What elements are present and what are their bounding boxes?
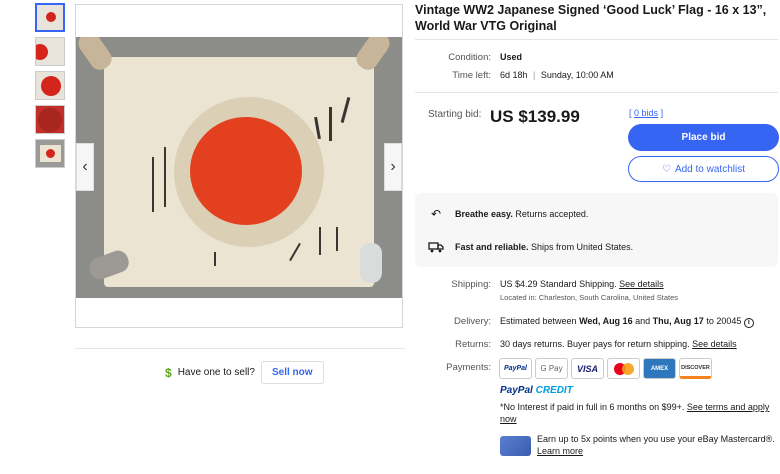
discover-icon: DISCOVER (679, 358, 712, 379)
shipping-value: US $4.29 Standard Shipping. See details (500, 279, 664, 289)
condition-value: Used (500, 52, 523, 62)
sell-prompt-text: Have one to sell? (177, 367, 255, 378)
perk-shipping-text: Ships from United States. (531, 242, 634, 252)
watchlist-label: Add to watchlist (674, 163, 745, 175)
ebay-mastercard-icon (500, 436, 531, 456)
time-left-value: 6d 18h | Sunday, 10:00 AM (500, 70, 614, 80)
listing-title: Vintage WW2 Japanese Signed ‘Good Luck’ … (415, 3, 767, 33)
perk-shipping: Fast and reliable. Ships from United Sta… (427, 240, 633, 254)
delivery-label: Delivery: (454, 316, 491, 327)
credit-note-text: *No Interest if paid in full in 6 months… (500, 402, 685, 412)
item-location: Located in: Charleston, South Carolina, … (500, 293, 679, 302)
paypal-credit-note: *No Interest if paid in full in 6 months… (500, 401, 778, 425)
perk-returns: ↶ Breathe easy. Returns accepted. (427, 207, 588, 221)
visa-icon: VISA (571, 358, 604, 379)
paypal-credit-word-1: PayPal (500, 385, 533, 396)
delivery-estimate: Estimated between Wed, Aug 16 and Thu, A… (500, 316, 754, 328)
mastercard-icon (607, 358, 640, 379)
returns-value: 30 days returns. Buyer pays for return s… (500, 339, 737, 349)
paypal-credit-logo: PayPal CREDIT (500, 385, 573, 396)
mastercard-note: Earn up to 5x points when you use your e… (537, 434, 775, 444)
time-left-separator: | (533, 70, 536, 80)
sell-prompt: $ Have one to sell? Sell now (75, 348, 405, 384)
delivery-prefix: Estimated between (500, 316, 577, 326)
perk-shipping-title: Fast and reliable. (455, 242, 529, 252)
bids-count: [ 0 bids ] (629, 108, 663, 118)
shipping-method: Standard Shipping. (540, 279, 617, 289)
place-bid-button[interactable]: Place bid (628, 124, 779, 151)
thumbnail-4[interactable] (35, 105, 65, 134)
shipping-details-link[interactable]: See details (619, 279, 664, 289)
thumbnail-strip (35, 3, 66, 173)
delivery-and: and (635, 316, 651, 326)
learn-more-link[interactable]: Learn more (537, 446, 583, 456)
shipping-price: US $4.29 (500, 279, 538, 289)
delivery-zip: to 20045 (706, 316, 742, 326)
time-left-duration: 6d 18h (500, 70, 528, 80)
returns-details-link[interactable]: See details (692, 339, 737, 349)
truck-icon (427, 240, 445, 254)
bid-price: US $139.99 (490, 107, 580, 126)
google-pay-icon: G Pay (535, 358, 568, 379)
perk-returns-title: Breathe easy. (455, 209, 513, 219)
payment-methods: PayPal G Pay VISA AMEX DISCOVER (499, 358, 712, 379)
payments-label: Payments: (446, 362, 491, 373)
returns-text: 30 days returns. Buyer pays for return s… (500, 339, 690, 349)
paypal-icon: PayPal (499, 358, 532, 379)
delivery-end: Thu, Aug 17 (652, 316, 704, 326)
thumbnail-1[interactable] (35, 3, 65, 32)
mastercard-promo: Earn up to 5x points when you use your e… (537, 433, 777, 457)
delivery-start: Wed, Aug 16 (579, 316, 633, 326)
condition-label: Condition: (448, 52, 491, 63)
flag-sun (190, 117, 302, 225)
time-left-end: Sunday, 10:00 AM (540, 70, 614, 80)
perks-panel: ↶ Breathe easy. Returns accepted. Fast a… (415, 193, 778, 267)
heart-icon: ♡ (661, 163, 671, 175)
flag-photo (76, 37, 402, 298)
shipping-label: Shipping: (451, 279, 491, 290)
bids-open-bracket: [ (629, 108, 632, 118)
listing-page: ‹ › $ Have one to sell? Sell now Vintage… (0, 0, 780, 474)
return-icon: ↶ (430, 207, 442, 221)
info-icon[interactable]: i (743, 318, 754, 328)
bids-close-bracket: ] (660, 108, 664, 118)
bids-count-link[interactable]: 0 bids (634, 108, 658, 118)
sell-now-button[interactable]: Sell now (260, 361, 324, 384)
flag (104, 57, 374, 287)
starting-bid-label: Starting bid: (428, 109, 482, 120)
thumbnail-2[interactable] (35, 37, 65, 66)
thumbnail-5[interactable] (35, 139, 65, 168)
prev-image-button[interactable]: ‹ (76, 143, 94, 191)
dollar-icon: $ (165, 365, 172, 380)
paypal-credit-word-2: CREDIT (535, 385, 573, 396)
returns-label: Returns: (455, 339, 491, 350)
next-image-button[interactable]: › (384, 143, 402, 191)
perk-returns-text: Returns accepted. (515, 209, 589, 219)
add-to-watchlist-button[interactable]: ♡ Add to watchlist (628, 156, 779, 182)
time-left-label: Time left: (452, 70, 491, 81)
main-image-viewer[interactable]: ‹ › (75, 4, 403, 328)
divider (415, 39, 778, 40)
thumbnail-3[interactable] (35, 71, 65, 100)
divider (415, 92, 778, 93)
amex-icon: AMEX (643, 358, 676, 379)
